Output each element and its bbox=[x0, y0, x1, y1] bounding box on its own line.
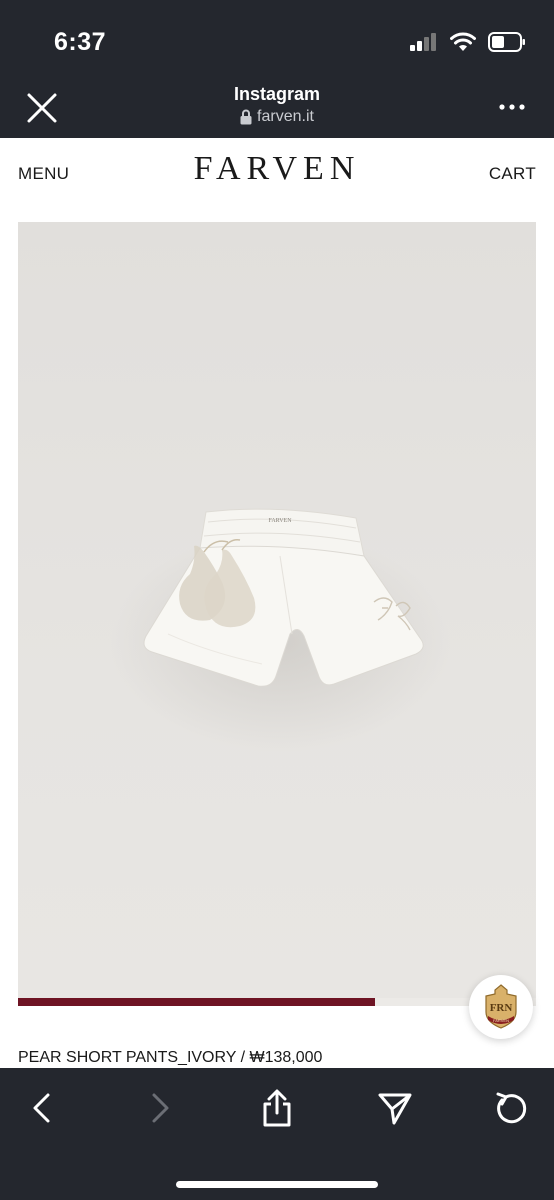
cart-link[interactable]: CART bbox=[489, 164, 536, 184]
lock-icon bbox=[240, 109, 252, 125]
forward-icon bbox=[152, 1093, 169, 1123]
more-icon bbox=[499, 104, 525, 110]
garment-label: FARVEN bbox=[268, 518, 292, 524]
product-title: PEAR SHORT PANTS_IVORY / ₩138,000 bbox=[18, 1049, 323, 1066]
back-icon bbox=[33, 1093, 50, 1123]
badge-text: FRN bbox=[490, 1002, 513, 1014]
browser-title: Instagram bbox=[233, 84, 321, 104]
status-bar: 6:37 bbox=[0, 0, 554, 80]
forward-button[interactable] bbox=[140, 1088, 180, 1128]
browser-url-text: farven.it bbox=[257, 108, 314, 125]
more-button[interactable] bbox=[498, 100, 526, 114]
image-progress-fill bbox=[18, 998, 376, 1006]
send-icon bbox=[378, 1093, 412, 1125]
browser-header: Instagram farven.it bbox=[0, 80, 554, 138]
reload-button[interactable] bbox=[492, 1088, 532, 1128]
site-logo[interactable]: FARVEN bbox=[0, 150, 554, 188]
site-nav: MENU FARVEN CART bbox=[0, 138, 554, 208]
back-button[interactable] bbox=[22, 1088, 62, 1128]
image-progress-track bbox=[18, 998, 536, 1006]
product-image[interactable]: FARVEN bbox=[18, 222, 536, 998]
share-icon bbox=[263, 1089, 291, 1127]
status-icons bbox=[410, 32, 526, 52]
status-time: 6:37 bbox=[54, 28, 107, 56]
browser-url: farven.it bbox=[0, 108, 554, 126]
send-button[interactable] bbox=[375, 1088, 415, 1128]
wifi-icon bbox=[450, 32, 476, 51]
home-indicator[interactable] bbox=[176, 1181, 378, 1188]
badge-subtext: FARVEN bbox=[493, 1018, 509, 1023]
farven-seal-icon: FRN FARVEN bbox=[485, 984, 517, 1029]
shorts-illustration: FARVEN bbox=[110, 508, 450, 752]
reload-icon bbox=[496, 1092, 527, 1124]
battery-icon bbox=[488, 32, 525, 52]
signal-icon bbox=[410, 33, 436, 51]
brand-badge[interactable]: FRN FARVEN bbox=[469, 975, 533, 1039]
browser-toolbar bbox=[0, 1068, 554, 1200]
web-page: MENU FARVEN CART FARVEN FRN FARVEN PEAR … bbox=[0, 138, 554, 1068]
share-button[interactable] bbox=[257, 1088, 297, 1128]
